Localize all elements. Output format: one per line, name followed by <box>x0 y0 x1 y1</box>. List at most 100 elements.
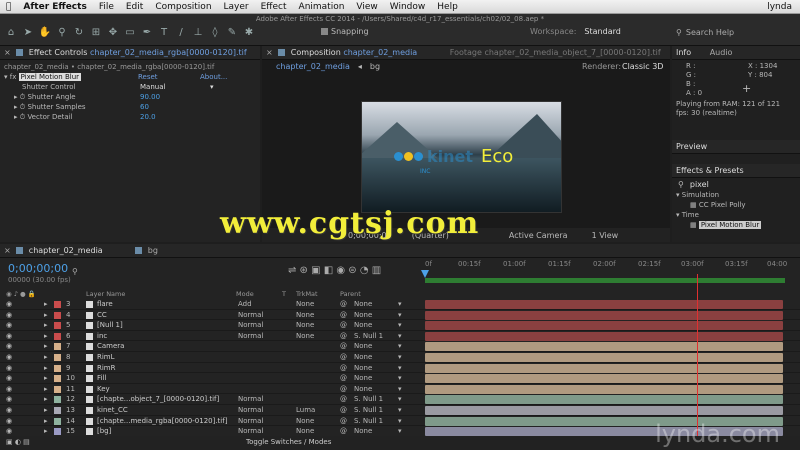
menu-help[interactable]: Help <box>431 0 464 14</box>
playhead-line[interactable] <box>697 274 698 436</box>
eye-icon[interactable]: ◉ <box>6 363 12 374</box>
col-trkmat[interactable]: TrkMat <box>296 290 318 298</box>
effects-group-row[interactable]: ▾ Simulation <box>672 190 800 200</box>
layer-mode[interactable]: Normal <box>238 416 263 427</box>
chevron-down-icon[interactable]: ▾ <box>398 405 402 416</box>
chevron-down-icon[interactable]: ▾ <box>398 352 402 363</box>
fx-effect-row[interactable]: ▾ fx Pixel Motion Blur Reset About... <box>0 72 260 82</box>
brush-tool-icon[interactable]: / <box>174 26 188 40</box>
label-swatch[interactable] <box>54 417 61 425</box>
eye-icon[interactable]: ◉ <box>6 341 12 352</box>
menubar-user[interactable]: lynda <box>767 0 792 14</box>
layer-name[interactable]: Fill <box>97 373 106 384</box>
layer-mode[interactable]: Normal <box>238 394 263 405</box>
effects-group-row[interactable]: ▾ Time <box>672 210 800 220</box>
layer-row[interactable]: ◉ ▸ 5 [Null 1] Normal None @ None ▾ <box>0 320 800 331</box>
expand-icon[interactable]: ▸ <box>44 320 48 331</box>
home-icon[interactable]: ⌂ <box>4 26 18 40</box>
crumb-bg[interactable]: bg <box>370 62 380 71</box>
timeline-timecode[interactable]: 0;00;00;00 <box>8 262 68 275</box>
layer-mode[interactable]: Normal <box>238 310 263 321</box>
layer-trkmat[interactable]: None <box>296 416 314 427</box>
label-swatch[interactable] <box>54 364 61 372</box>
menu-effect[interactable]: Effect <box>255 0 293 14</box>
layer-name[interactable]: RimL <box>97 352 115 363</box>
time-ruler[interactable]: 0f 00:15f 01:00f 01:15f 02:00f 02:15f 03… <box>425 260 787 274</box>
layer-row[interactable]: ◉ ▸ 8 RimL @ None ▾ <box>0 352 800 363</box>
col-parent[interactable]: Parent <box>340 290 361 298</box>
chevron-down-icon[interactable]: ▾ <box>398 331 402 342</box>
toggle-switches-modes[interactable]: Toggle Switches / Modes <box>246 438 331 446</box>
expand-icon[interactable]: ▸ <box>44 299 48 310</box>
timeline-search-icon[interactable]: ⚲ <box>72 267 78 276</box>
layer-name[interactable]: Camera <box>97 341 124 352</box>
shutter-samples-value[interactable]: 60 <box>140 102 149 112</box>
layer-name[interactable]: [Null 1] <box>97 320 123 331</box>
layer-parent[interactable]: S. Null 1 <box>354 394 383 405</box>
layer-row[interactable]: ◉ ▸ 4 CC Normal None @ None ▾ <box>0 310 800 321</box>
shutter-angle-value[interactable]: 90.00 <box>140 92 160 102</box>
composition-tab[interactable]: Composition <box>291 48 341 57</box>
panel-close-icon[interactable]: × <box>0 48 11 57</box>
label-swatch[interactable] <box>54 311 61 319</box>
layer-duration-bar[interactable] <box>425 331 783 341</box>
layer-name[interactable]: [chapte...object_7_[0000-0120].tif] <box>97 394 219 405</box>
rotate-tool-icon[interactable]: ↻ <box>72 26 86 40</box>
stopwatch-icon[interactable]: ▸ ⏱ <box>14 113 25 121</box>
timeline-tab-comp[interactable]: chapter_02_media <box>29 246 103 255</box>
label-swatch[interactable] <box>54 396 61 404</box>
expand-icon[interactable]: ▸ <box>44 352 48 363</box>
workspace-select[interactable]: Standard <box>584 27 620 36</box>
chevron-down-icon[interactable]: ▾ <box>398 299 402 310</box>
layer-duration-bar[interactable] <box>425 310 783 320</box>
layer-parent[interactable]: None <box>354 363 372 374</box>
menu-window[interactable]: Window <box>384 0 432 14</box>
eye-icon[interactable]: ◉ <box>6 373 12 384</box>
crumb-comp[interactable]: chapter_02_media <box>276 62 350 71</box>
layer-parent[interactable]: None <box>354 384 372 395</box>
timeline-switch-icons[interactable]: ⇌ ⊛ ▣ ◧ ◉ ⊜ ◔ ▥ <box>288 265 381 276</box>
layer-duration-bar[interactable] <box>425 363 783 373</box>
layer-trkmat[interactable]: None <box>296 310 314 321</box>
eye-icon[interactable]: ◉ <box>6 352 12 363</box>
expand-icon[interactable]: ▸ <box>44 384 48 395</box>
menu-layer[interactable]: Layer <box>218 0 255 14</box>
label-swatch[interactable] <box>54 385 61 393</box>
layer-duration-bar[interactable] <box>425 300 783 309</box>
layer-mode[interactable]: Normal <box>238 331 263 342</box>
pickwhip-icon[interactable]: @ <box>340 363 347 374</box>
eye-icon[interactable]: ◉ <box>6 384 12 395</box>
pickwhip-icon[interactable]: @ <box>340 373 347 384</box>
footage-tab[interactable]: Footage chapter_02_media_object_7_[0000-… <box>450 48 661 57</box>
layer-trkmat[interactable]: None <box>296 299 314 310</box>
col-layer-name[interactable]: Layer Name <box>86 290 125 298</box>
pickwhip-icon[interactable]: @ <box>340 352 347 363</box>
apple-menu-icon[interactable]:  <box>0 0 17 14</box>
layer-row[interactable]: ◉ ▸ 10 Fill @ None ▾ <box>0 373 800 384</box>
chevron-down-icon[interactable]: ▾ <box>398 341 402 352</box>
layer-row[interactable]: ◉ ▸ 6 inc Normal None @ S. Null 1 ▾ <box>0 331 800 342</box>
expand-icon[interactable]: ▸ <box>44 373 48 384</box>
camera-tool-icon[interactable]: ⊞ <box>89 26 103 40</box>
expand-icon[interactable]: ▸ <box>44 394 48 405</box>
panel-close-icon[interactable]: × <box>0 246 11 255</box>
layer-duration-bar[interactable] <box>425 405 783 415</box>
menu-file[interactable]: File <box>93 0 120 14</box>
layer-mode[interactable]: Normal <box>238 405 263 416</box>
composition-tab-name[interactable]: chapter_02_media <box>343 48 417 57</box>
type-tool-icon[interactable]: T <box>157 26 171 40</box>
layer-row[interactable]: ◉ ▸ 9 RimR @ None ▾ <box>0 363 800 374</box>
expand-icon[interactable]: ▸ <box>44 363 48 374</box>
timeline-tab-bg[interactable]: bg <box>148 246 158 255</box>
renderer-value[interactable]: Classic 3D <box>622 62 663 71</box>
layer-trkmat[interactable]: None <box>296 331 314 342</box>
expand-icon[interactable]: ▸ <box>44 416 48 427</box>
footer-icons[interactable]: ▣ ◐ ▤ <box>6 438 30 446</box>
layer-parent[interactable]: None <box>354 341 372 352</box>
layer-mode[interactable]: Add <box>238 299 252 310</box>
label-swatch[interactable] <box>54 332 61 340</box>
layer-duration-bar[interactable] <box>425 352 783 362</box>
pickwhip-icon[interactable]: @ <box>340 320 347 331</box>
pickwhip-icon[interactable]: @ <box>340 310 347 321</box>
menu-animation[interactable]: Animation <box>293 0 351 14</box>
